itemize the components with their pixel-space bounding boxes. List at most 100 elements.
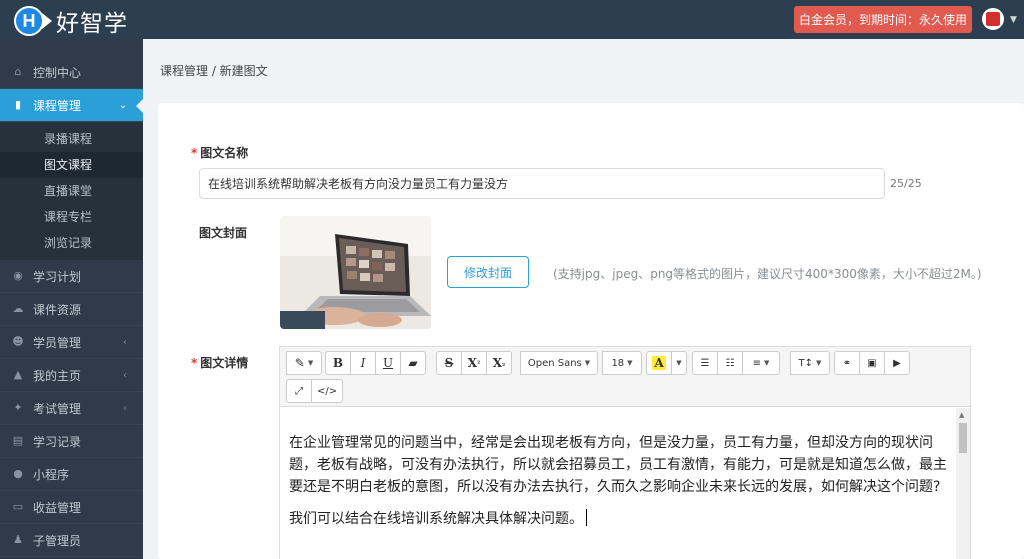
logo-badge: H — [14, 6, 44, 36]
font-family-value: Open Sans — [527, 357, 582, 369]
editor-content[interactable]: 在企业管理常见的问题当中，经常是会出现老板有方向，但是没力量，员工有力量，但却没… — [280, 408, 956, 559]
style-group: ✎ ▼ — [286, 351, 322, 375]
scroll-thumb[interactable] — [959, 423, 967, 453]
detail-label-text: 图文详情 — [200, 356, 249, 370]
title-label: * 图文名称 — [191, 144, 248, 161]
link-icon[interactable]: ⚭ — [834, 351, 860, 375]
sidebar-item-label: 考试管理 — [33, 401, 82, 416]
chevron-left-icon: ‹ — [123, 369, 127, 381]
sidebar-subitem-live[interactable]: 直播课堂 — [0, 178, 143, 204]
vip-status-button[interactable]: 白金会员，到期时间：永久使用 — [794, 6, 972, 33]
chevron-down-icon: ⌄ — [118, 99, 127, 111]
sidebar-subitem-history[interactable]: 浏览记录 — [0, 230, 143, 256]
text-cursor — [586, 509, 587, 526]
sidebar-submenu: 录播课程 图文课程 直播课堂 课程专栏 浏览记录 — [0, 122, 143, 260]
avatar[interactable] — [982, 8, 1004, 30]
logo[interactable]: H 好智学 — [14, 4, 128, 38]
sidebar-item-label: 小程序 — [33, 467, 70, 482]
color-dropdown-button[interactable]: ▼ — [671, 351, 687, 375]
title-counter: 25/25 — [890, 177, 922, 190]
required-asterisk: * — [191, 146, 198, 160]
title-label-text: 图文名称 — [200, 146, 249, 160]
sidebar-item-miniprogram[interactable]: ● 小程序 — [0, 458, 143, 491]
users-icon: ☻ — [12, 335, 24, 348]
graduation-icon: ▲ — [13, 368, 23, 381]
strikethrough-button[interactable]: S — [436, 351, 462, 375]
chevron-left-icon: ‹ — [123, 402, 127, 414]
content-paragraph: 在企业管理常见的问题当中，经常是会出现老板有方向，但是没力量，员工有力量，但却没… — [289, 435, 947, 495]
laptop-photo — [280, 216, 431, 329]
editor-toolbar: ✎ ▼ B I U ▰ S X² X₂ Open Sans ▼ 18 ▼ A ▼ ☰ … — [280, 347, 970, 407]
sidebar-item-exams[interactable]: ✦ 考试管理 ‹ — [0, 392, 143, 425]
logo-arrow-icon — [42, 13, 52, 29]
underline-button[interactable]: U — [375, 351, 401, 375]
paw-icon: ✦ — [13, 401, 23, 414]
subscript-button[interactable]: X₂ — [486, 351, 512, 375]
cloud-icon: ☁ — [12, 302, 24, 315]
sidebar-item-records[interactable]: ▤ 学习记录 — [0, 425, 143, 458]
scroll-up-icon[interactable]: ▲ — [959, 411, 964, 419]
sidebar-item-label: 学习计划 — [33, 269, 82, 284]
view-group: ⤢ </> — [286, 379, 344, 403]
font-family-group: Open Sans ▼ — [520, 351, 598, 375]
change-cover-button[interactable]: 修改封面 — [447, 256, 529, 288]
required-asterisk: * — [191, 356, 198, 370]
sidebar-item-sub-admin[interactable]: ♟ 子管理员 — [0, 524, 143, 557]
cover-label: 图文封面 — [199, 226, 248, 240]
sidebar-item-study-plan[interactable]: ◉ 学习计划 — [0, 260, 143, 293]
line-height-button[interactable]: T↕ ▼ — [790, 351, 830, 375]
text-color-button[interactable]: A — [646, 351, 672, 375]
superscript-button[interactable]: X² — [461, 351, 487, 375]
font-size-value: 18 — [611, 357, 625, 369]
sidebar-item-label: 子管理员 — [33, 533, 82, 548]
sidebar-item-label: 课件资源 — [33, 302, 82, 317]
script-group: S X² X₂ — [436, 351, 512, 375]
sidebar-item-students[interactable]: ☻ 学员管理 ‹ — [0, 326, 143, 359]
content-paragraph-text: 我们可以结合在线培训系统解决具体解决问题。 — [289, 511, 583, 527]
home-icon: ⌂ — [14, 65, 22, 78]
font-family-select[interactable]: Open Sans ▼ — [520, 351, 598, 375]
chevron-down-icon[interactable]: ▼ — [1010, 15, 1017, 25]
cover-image — [280, 216, 431, 329]
insert-group: ⚭ ▣ ▶ — [834, 351, 910, 375]
sidebar-item-label: 控制中心 — [33, 65, 82, 80]
book-icon: ▮ — [14, 98, 22, 111]
font-size-select[interactable]: 18 ▼ — [602, 351, 642, 375]
content-paragraph-with-caret: 我们可以结合在线培训系统解决具体解决问题。 — [289, 508, 948, 530]
sidebar-item-label: 我的主页 — [33, 368, 82, 383]
chat-icon: ● — [13, 467, 23, 480]
sidebar: ⌂ 控制中心 ▮ 课程管理 ⌄ 录播课程 图文课程 直播课堂 课程专栏 浏览记录… — [0, 39, 144, 559]
sidebar-item-homepage[interactable]: ▲ 我的主页 ‹ — [0, 359, 143, 392]
sidebar-item-revenue[interactable]: ▭ 收益管理 — [0, 491, 143, 524]
sidebar-subitem-article[interactable]: 图文课程 — [0, 152, 143, 178]
image-icon[interactable]: ▣ — [859, 351, 885, 375]
eye-icon: ◉ — [13, 269, 23, 282]
align-button[interactable]: ≡ ▼ — [742, 351, 780, 375]
sidebar-item-label: 课程管理 — [33, 98, 82, 113]
italic-button[interactable]: I — [350, 351, 376, 375]
video-icon[interactable]: ▶ — [884, 351, 910, 375]
top-bar: H 好智学 白金会员，到期时间：永久使用 ▼ — [0, 0, 1024, 39]
fullscreen-icon[interactable]: ⤢ — [286, 379, 312, 403]
card-icon: ▭ — [12, 500, 24, 513]
eraser-icon[interactable]: ▰ — [400, 351, 426, 375]
editor-scrollbar[interactable]: ▲ — [956, 408, 970, 559]
chevron-left-icon: ‹ — [123, 336, 127, 348]
rich-text-editor: ✎ ▼ B I U ▰ S X² X₂ Open Sans ▼ 18 ▼ A ▼ ☰ … — [279, 346, 971, 559]
sidebar-item-resources[interactable]: ☁ 课件资源 — [0, 293, 143, 326]
magic-wand-icon[interactable]: ✎ ▼ — [286, 351, 322, 375]
list-group: ☰ ☷ ≡ ▼ — [692, 351, 780, 375]
bold-button[interactable]: B — [325, 351, 351, 375]
numbered-list-icon[interactable]: ☷ — [717, 351, 743, 375]
title-input[interactable] — [199, 168, 885, 199]
code-view-icon[interactable]: </> — [311, 379, 344, 403]
detail-label: * 图文详情 — [191, 354, 248, 371]
sidebar-item-dashboard[interactable]: ⌂ 控制中心 — [0, 56, 143, 89]
sidebar-subitem-column[interactable]: 课程专栏 — [0, 204, 143, 230]
font-size-group: 18 ▼ — [602, 351, 642, 375]
sidebar-subitem-recorded[interactable]: 录播课程 — [0, 126, 143, 152]
breadcrumb: 课程管理 / 新建图文 — [160, 64, 268, 78]
bullet-list-icon[interactable]: ☰ — [692, 351, 718, 375]
sidebar-item-course-management[interactable]: ▮ 课程管理 ⌄ — [0, 89, 144, 122]
